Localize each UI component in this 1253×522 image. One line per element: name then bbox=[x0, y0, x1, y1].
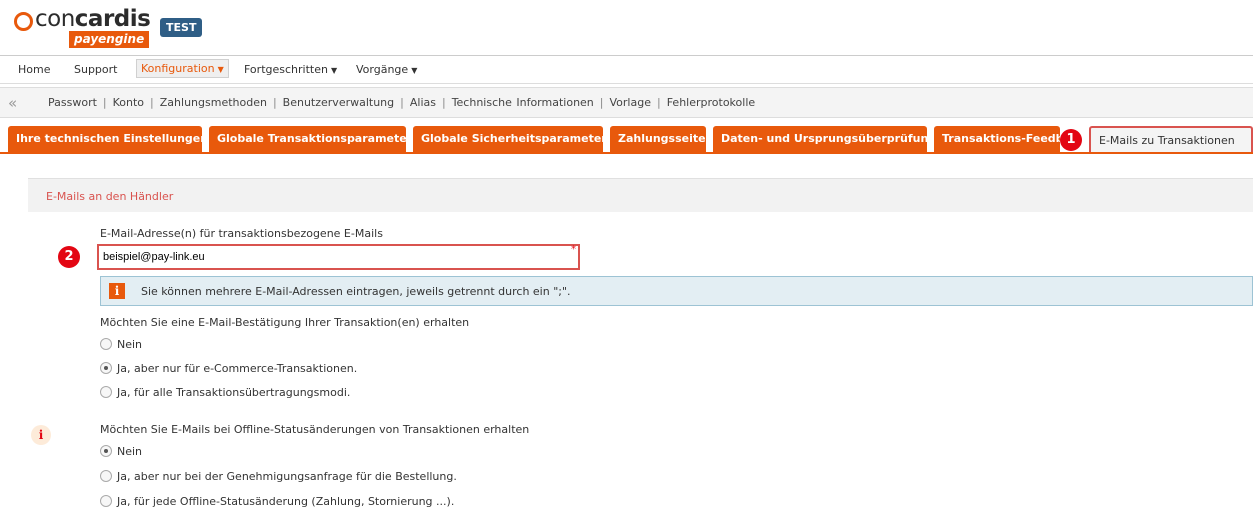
confirm-option-alle[interactable]: Ja, für alle Transaktionsübertragungsmod… bbox=[100, 386, 350, 399]
subnav-fehlerprotokolle[interactable]: Fehlerprotokolle bbox=[667, 96, 755, 109]
radio-button-selected[interactable] bbox=[100, 445, 112, 457]
radio-label: Ja, für alle Transaktionsübertragungsmod… bbox=[117, 386, 351, 399]
radio-label: Nein bbox=[117, 338, 143, 351]
chevron-down-icon: ▼ bbox=[330, 66, 338, 75]
confirm-option-ecommerce[interactable]: Ja, aber nur für e-Commerce-Transaktione… bbox=[100, 362, 357, 375]
offline-question: Möchten Sie E-Mails bei Offline-Statusän… bbox=[100, 423, 530, 436]
radio-button-selected[interactable] bbox=[100, 362, 112, 374]
sub-navigation: « Passwort | Konto | Zahlungsmethoden | Benutz… bbox=[0, 87, 1253, 118]
nav-vorgaenge-label: Vorgänge bbox=[356, 63, 409, 76]
nav-vorgaenge[interactable]: Vorgänge ▼ bbox=[356, 63, 417, 76]
section-header: E-Mails an den Händler bbox=[28, 178, 1253, 212]
annotation-marker-2: 2 bbox=[58, 246, 80, 268]
logo-subtitle: payengine bbox=[69, 31, 150, 48]
subnav-zahlungsmethoden[interactable]: Zahlungsmethoden bbox=[160, 96, 267, 109]
subnav-technische-informationen[interactable]: Technische Informationen bbox=[452, 96, 594, 109]
nav-fortgeschritten-label: Fortgeschritten bbox=[244, 63, 328, 76]
subnav-konto[interactable]: Konto bbox=[113, 96, 144, 109]
environment-badge: TEST bbox=[160, 18, 203, 37]
radio-button[interactable] bbox=[100, 470, 112, 482]
tab-globale-transaktionsparameter[interactable]: Globale Transaktionsparameter bbox=[209, 126, 406, 152]
chevron-down-icon: ▼ bbox=[411, 66, 418, 75]
subnav-benutzerverwaltung[interactable]: Benutzerverwaltung bbox=[283, 96, 394, 109]
subnav-passwort[interactable]: Passwort bbox=[48, 96, 97, 109]
section-title: E-Mails an den Händler bbox=[46, 190, 174, 203]
radio-label: Nein bbox=[117, 445, 143, 458]
tab-emails-zu-transaktionen[interactable]: E-Mails zu Transaktionen bbox=[1089, 126, 1253, 152]
subnav-vorlage[interactable]: Vorlage bbox=[610, 96, 651, 109]
nav-fortgeschritten[interactable]: Fortgeschritten ▼ bbox=[244, 63, 337, 76]
email-field-label: E-Mail-Adresse(n) für transaktionsbezoge… bbox=[100, 227, 383, 240]
confirm-option-nein[interactable]: Nein bbox=[100, 338, 142, 351]
info-icon: i bbox=[109, 283, 125, 299]
radio-button[interactable] bbox=[100, 386, 112, 398]
offline-option-genehmigung[interactable]: Ja, aber nur bei der Genehmigungsanfrage… bbox=[100, 470, 457, 483]
offline-info-icon[interactable]: i bbox=[31, 425, 51, 445]
main-navigation: Home Support Konfiguration ▼ Fortgeschrit… bbox=[0, 57, 1253, 84]
offline-option-nein[interactable]: Nein bbox=[100, 445, 142, 458]
chevron-down-icon: ▼ bbox=[217, 65, 224, 74]
radio-label: Ja, für jede Offline-Statusänderung (Zah… bbox=[117, 495, 455, 508]
email-field[interactable] bbox=[103, 248, 565, 266]
tab-globale-sicherheitsparameter[interactable]: Globale Sicherheitsparameter bbox=[413, 126, 603, 152]
nav-konfiguration[interactable]: Konfiguration ▼ bbox=[136, 59, 229, 78]
concardis-logo[interactable]: concardis payengine bbox=[14, 3, 151, 49]
email-hint-box: i Sie können mehrere E-Mail-Adressen ein… bbox=[100, 276, 1253, 306]
logo-ring-icon bbox=[14, 12, 33, 31]
nav-home[interactable]: Home bbox=[18, 63, 50, 76]
email-field-wrapper: * bbox=[97, 244, 580, 270]
confirm-question: Möchten Sie eine E-Mail-Bestätigung Ihre… bbox=[100, 316, 470, 329]
radio-button[interactable] bbox=[100, 495, 112, 507]
logo-name: concardis bbox=[35, 6, 151, 32]
email-hint-text: Sie können mehrere E-Mail-Adressen eintr… bbox=[141, 285, 571, 298]
radio-label: Ja, aber nur für e-Commerce-Transaktione… bbox=[117, 362, 358, 375]
required-marker: * bbox=[571, 244, 576, 255]
tab-daten-ursprungsueberpruefung[interactable]: Daten- und Ursprungsüberprüfung bbox=[713, 126, 927, 152]
radio-label: Ja, aber nur bei der Genehmigungsanfrage… bbox=[117, 470, 457, 483]
offline-option-jede[interactable]: Ja, für jede Offline-Statusänderung (Zah… bbox=[100, 495, 454, 508]
subnav-alias[interactable]: Alias bbox=[410, 96, 436, 109]
annotation-marker-1: 1 bbox=[1060, 129, 1082, 151]
app-header: concardis payengine TEST bbox=[0, 0, 1253, 56]
tab-technische-einstellungen[interactable]: Ihre technischen Einstellungen bbox=[8, 126, 202, 152]
tab-transaktions-feedback[interactable]: Transaktions-Feedback bbox=[934, 126, 1060, 152]
radio-button[interactable] bbox=[100, 338, 112, 350]
sub-navigation-links: Passwort | Konto | Zahlungsmethoden | Benutzer… bbox=[48, 96, 756, 109]
tab-zahlungsseite[interactable]: Zahlungsseite bbox=[610, 126, 706, 152]
nav-support[interactable]: Support bbox=[74, 63, 117, 76]
nav-konfiguration-label: Konfiguration bbox=[141, 62, 215, 75]
collapse-left-icon[interactable]: « bbox=[8, 94, 17, 112]
